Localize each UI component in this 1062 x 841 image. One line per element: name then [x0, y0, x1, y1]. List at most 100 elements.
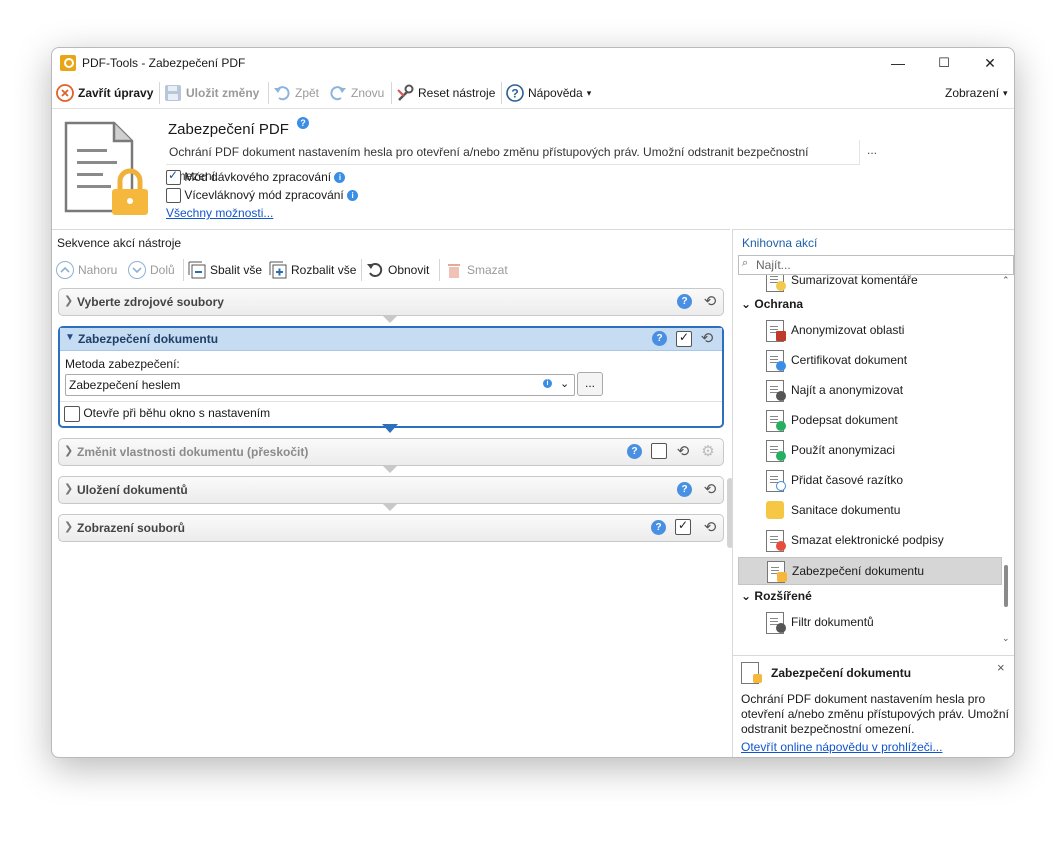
expand-all-button[interactable]: Rozbalit vše [269, 259, 356, 281]
toolbar-divider [439, 259, 440, 281]
save-icon [165, 85, 181, 101]
list-item-label: Použít anonymizaci [791, 443, 896, 457]
open-settings-checkbox[interactable] [64, 406, 80, 422]
help-icon[interactable]: ? [297, 117, 309, 129]
library-scrollbar[interactable]: ⌃ ⌄ [1002, 275, 1010, 647]
window-title: PDF-Tools - Zabezpečení PDF [82, 56, 246, 70]
list-item[interactable]: Smazat elektronické podpisy [738, 527, 1000, 553]
redo-button[interactable]: Znovu [329, 82, 384, 104]
list-item[interactable]: Podepsat dokument [738, 407, 1000, 433]
certificate-icon [776, 361, 786, 371]
action-row-save-documents[interactable]: ❯ Uložení dokumentů ? ⟲ [58, 476, 724, 504]
chevron-down-icon: ⌄ [741, 297, 752, 311]
close-info-button[interactable]: × [997, 660, 1005, 675]
batch-mode-option[interactable]: Mód dávkového zpracování i [166, 168, 346, 186]
list-item[interactable]: Přidat časové razítko [738, 467, 1000, 493]
gear-icon[interactable]: ⚙ [699, 443, 717, 461]
maximize-button[interactable]: ☐ [921, 48, 967, 78]
close-edit-button[interactable]: Zavřít úpravy [56, 82, 153, 104]
reset-action-icon[interactable]: ⟲ [701, 293, 719, 311]
collapse-all-label: Sbalit vše [210, 263, 263, 277]
reset-action-icon[interactable]: ⟲ [674, 443, 692, 461]
action-row-header[interactable]: ▼ Zabezpečení dokumentu ? ⟲ [60, 328, 722, 351]
search-icon: ⌕ [742, 257, 749, 269]
refresh-label: Obnovit [388, 263, 430, 277]
undo-button[interactable]: Zpět [273, 82, 319, 104]
help-icon[interactable]: ? [652, 331, 667, 346]
multithread-mode-checkbox[interactable] [166, 188, 181, 204]
reset-action-icon[interactable]: ⟲ [701, 519, 719, 537]
help-menu-label: Nápověda [528, 86, 583, 100]
refresh-icon [367, 263, 383, 277]
reset-action-icon[interactable]: ⟲ [698, 330, 716, 348]
info-icon[interactable]: i [334, 172, 346, 184]
group-header-protection[interactable]: ⌄ Ochrana [741, 297, 803, 311]
reset-tool-button[interactable]: Reset nástroje [396, 82, 495, 104]
flow-arrow [382, 315, 398, 323]
list-item-label: Filtr dokumentů [791, 615, 874, 629]
scroll-down-icon[interactable]: ⌄ [1002, 633, 1010, 644]
minimize-button[interactable]: — [875, 48, 921, 78]
library-search-input[interactable]: ⌕ Najít... [738, 255, 1014, 275]
view-menu-button[interactable]: Zobrazení ▾ [945, 82, 1008, 104]
move-up-label: Nahoru [78, 263, 118, 277]
help-icon[interactable]: ? [677, 482, 692, 497]
list-item[interactable]: Najít a anonymizovat [738, 377, 1000, 403]
list-item[interactable]: Certifikovat dokument [738, 347, 1000, 373]
chevron-right-icon: ❯ [64, 445, 74, 457]
info-icon[interactable]: i [347, 190, 359, 202]
list-item-label: Zabezpečení dokumentu [792, 564, 925, 578]
refresh-button[interactable]: Obnovit [366, 259, 429, 281]
list-item[interactable]: Sumarizovat komentáře [738, 275, 1000, 293]
open-settings-option[interactable]: Otevře při běhu okno s nastavením [64, 406, 270, 422]
close-window-button[interactable]: ✕ [967, 48, 1013, 78]
undo-label: Zpět [295, 86, 320, 100]
description-more-button[interactable]: ... [867, 143, 877, 157]
save-changes-label: Uložit změny [186, 86, 260, 100]
move-down-button[interactable]: Dolů [128, 259, 175, 281]
all-options-link[interactable]: Všechny možnosti... [166, 206, 273, 220]
security-method-select[interactable]: Zabezpečení heslem i ⌄ [65, 374, 575, 396]
help-icon[interactable]: ? [651, 520, 666, 535]
collapse-all-button[interactable]: Sbalit vše [188, 259, 262, 281]
chevron-down-icon: ▼ [65, 332, 75, 343]
enable-action-checkbox[interactable] [676, 330, 692, 347]
collapse-icon [188, 261, 206, 279]
list-item-label: Sumarizovat komentáře [791, 275, 918, 287]
enable-action-checkbox[interactable] [651, 443, 667, 459]
action-row-show-files[interactable]: ❯ Zobrazení souborů ? ⟲ [58, 514, 724, 542]
info-icon[interactable]: i [543, 379, 552, 388]
action-row-label: Zobrazení souborů [77, 521, 185, 535]
help-menu-button[interactable]: ? Nápověda ▾ [506, 82, 591, 104]
group-header-advanced[interactable]: ⌄ Rozšířené [741, 589, 812, 603]
help-icon[interactable]: ? [677, 294, 692, 309]
action-row-document-properties[interactable]: ❯ Změnit vlastnosti dokumentu (přeskočit… [58, 438, 724, 466]
list-item-selected[interactable]: Zabezpečení dokumentu [738, 557, 1002, 585]
scrollbar-thumb[interactable] [1004, 565, 1008, 607]
list-item[interactable]: Filtr dokumentů [738, 609, 1000, 635]
list-item[interactable]: Sanitace dokumentu [738, 497, 1000, 523]
help-icon[interactable]: ? [627, 444, 642, 459]
multithread-mode-option[interactable]: Vícevláknový mód zpracování i [166, 188, 359, 204]
lock-icon [777, 572, 787, 582]
online-help-link[interactable]: Otevřít online nápovědu v prohlížeči... [741, 740, 942, 754]
save-changes-button[interactable]: Uložit změny [164, 82, 259, 104]
action-row-label: Vyberte zdrojové soubory [77, 295, 224, 309]
list-item[interactable]: Anonymizovat oblasti [738, 317, 1000, 343]
action-sequence-pane: Sekvence akcí nástroje Nahoru Dolů Sbali… [52, 229, 730, 757]
delete-button[interactable]: Smazat [445, 259, 508, 281]
chevron-down-icon: ⌄ [741, 589, 752, 603]
close-edit-label: Zavřít úpravy [78, 86, 154, 100]
list-item-label: Certifikovat dokument [791, 353, 908, 367]
browse-button[interactable]: ... [577, 372, 603, 396]
action-row-source-files[interactable]: ❯ Vyberte zdrojové soubory ? ⟲ [58, 288, 724, 316]
search-placeholder: Najít... [756, 258, 791, 272]
batch-mode-checkbox[interactable] [166, 168, 181, 186]
reset-action-icon[interactable]: ⟲ [701, 481, 719, 499]
check-icon [776, 451, 786, 461]
scroll-up-icon[interactable]: ⌃ [1002, 275, 1010, 286]
list-item[interactable]: Použít anonymizaci [738, 437, 1000, 463]
enable-action-checkbox[interactable] [675, 518, 691, 535]
reset-tool-label: Reset nástroje [418, 86, 496, 100]
move-up-button[interactable]: Nahoru [56, 259, 117, 281]
